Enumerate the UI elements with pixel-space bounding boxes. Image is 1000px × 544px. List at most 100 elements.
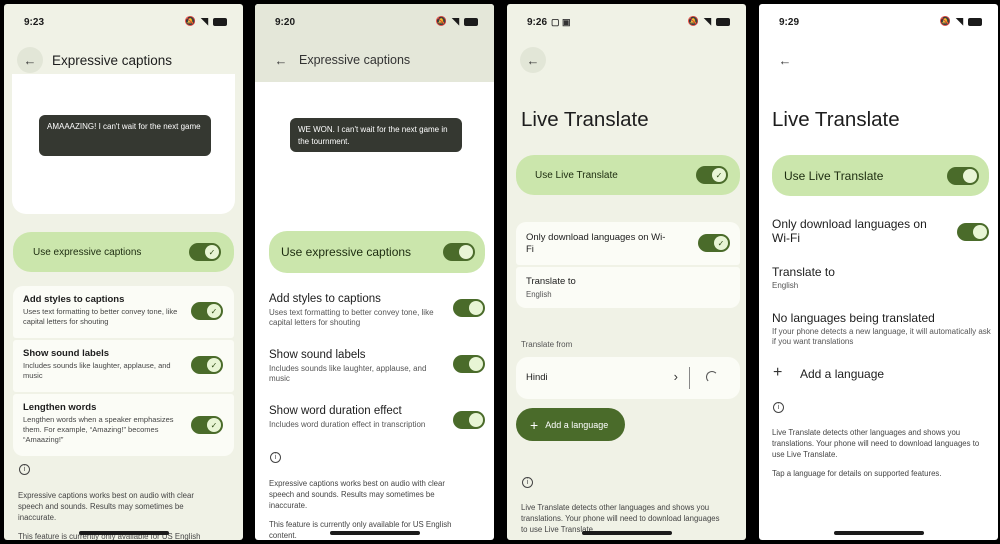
info-icon: i — [270, 452, 281, 463]
setting-title: Add styles to captions — [269, 293, 381, 305]
footer-text: Expressive captions works best on audio … — [269, 479, 445, 510]
back-button[interactable]: ← — [17, 47, 43, 73]
toggle-knob — [469, 413, 483, 427]
setting-title: Translate to — [772, 265, 835, 279]
wifi-only-setting[interactable]: Only download languages on Wi-Fi — [772, 217, 989, 247]
toggle-knob — [973, 225, 987, 239]
add-language-label: Add a language — [545, 419, 609, 430]
wifi-only-setting[interactable]: Only download languages on Wi-Fi ✓ — [516, 222, 740, 265]
battery-icon — [213, 17, 227, 26]
status-icons: 🔕 ◥ — [940, 16, 982, 27]
toggle-switch[interactable]: ✓ — [191, 356, 223, 374]
arrow-back-icon: ← — [778, 52, 792, 68]
plus-icon: + — [773, 364, 783, 381]
gesture-bar — [78, 531, 169, 535]
phone-live-translate-1: 9:26 ▢ ▣ 🔕 ◥ ← Live Translate Use Live T… — [507, 4, 746, 540]
setting-description: Uses text formatting to better convey to… — [269, 308, 434, 327]
status-time: 9:29 — [779, 17, 800, 28]
translate-to-setting[interactable]: Translate to English — [772, 265, 989, 293]
wifi-icon: ◥ — [452, 16, 459, 26]
use-expressive-captions-switch[interactable]: Use expressive captions — [269, 231, 485, 273]
info-icon: i — [522, 477, 533, 488]
page-title: Live Translate — [521, 108, 649, 131]
check-icon: ✓ — [207, 418, 221, 432]
back-button[interactable]: ← — [268, 47, 294, 73]
toggle-switch[interactable] — [453, 299, 485, 317]
footer-text-2: This feature is currently only available… — [269, 520, 452, 540]
toggle-knob — [963, 169, 977, 183]
setting-lengthen-words[interactable]: Lengthen words Lengthen words when a spe… — [13, 394, 234, 456]
use-live-translate-switch[interactable]: Use Live Translate ✓ — [516, 155, 740, 195]
use-expressive-captions-switch[interactable]: Use expressive captions ✓ — [13, 232, 234, 272]
status-bar: 9:29 🔕 ◥ — [759, 4, 998, 38]
gesture-bar — [833, 531, 924, 535]
footer-text: Expressive captions works best on audio … — [18, 491, 194, 522]
mute-icon: 🔕 — [184, 16, 197, 26]
chevron-right-icon: › — [673, 369, 678, 384]
toggle-switch[interactable] — [453, 355, 485, 373]
arrow-back-icon: ← — [23, 52, 37, 68]
add-language-button[interactable]: + Add a language — [772, 364, 989, 385]
no-languages-info: No languages being translated If your ph… — [772, 311, 991, 349]
setting-title: Lengthen words — [23, 402, 97, 413]
status-time: 9:23 — [24, 17, 45, 28]
arrow-back-icon: ← — [274, 52, 288, 68]
toggle-switch[interactable] — [947, 167, 979, 185]
toggle-switch[interactable]: ✓ — [698, 234, 730, 252]
language-row-hindi[interactable]: Hindi › — [516, 357, 740, 399]
setting-title: Translate to — [526, 276, 576, 287]
setting-description: Includes sounds like laughter, applause,… — [23, 361, 171, 380]
status-time: 9:26 — [527, 17, 548, 28]
top-app-bar: ← — [507, 38, 746, 82]
toggle-switch[interactable] — [957, 223, 989, 241]
check-icon: ✓ — [712, 168, 726, 182]
toggle-switch[interactable] — [443, 243, 475, 261]
add-language-label: Add a language — [800, 367, 885, 381]
toggle-switch[interactable]: ✓ — [189, 243, 221, 261]
setting-description: Uses text formatting to better convey to… — [23, 307, 178, 326]
status-time: 9:20 — [275, 17, 296, 28]
status-bar: 9:20 🔕 ◥ — [255, 4, 494, 38]
toggle-knob — [459, 245, 473, 259]
status-icons: 🔕 ◥ — [185, 16, 227, 27]
switch-label: Use Live Translate — [535, 169, 618, 181]
setting-title: Add styles to captions — [23, 294, 125, 305]
setting-title: Show word duration effect — [269, 405, 402, 417]
divider — [689, 367, 690, 389]
status-icons: 🔕 ◥ — [688, 16, 730, 27]
toggle-switch[interactable]: ✓ — [696, 166, 728, 184]
use-live-translate-switch[interactable]: Use Live Translate — [772, 155, 989, 196]
notification-icons: ▢ ▣ — [551, 17, 571, 27]
setting-sound-labels[interactable]: Show sound labels Includes sounds like l… — [13, 340, 234, 392]
gesture-bar — [329, 531, 420, 535]
translate-to-setting[interactable]: Translate to English — [516, 267, 740, 308]
toggle-switch[interactable]: ✓ — [191, 302, 223, 320]
caption-bubble: WE WON. I can't wait for the next game i… — [290, 118, 462, 152]
setting-title: Only download languages on Wi-Fi — [772, 217, 927, 245]
info-icon: i — [773, 402, 784, 413]
setting-description: Includes word duration effect in transcr… — [269, 420, 426, 429]
back-button[interactable]: ← — [772, 47, 798, 73]
setting-title: Show sound labels — [269, 349, 366, 361]
wifi-icon: ◥ — [201, 16, 208, 26]
loading-spinner-icon — [706, 371, 718, 383]
arrow-back-icon: ← — [526, 52, 540, 68]
status-bar: 9:26 ▢ ▣ 🔕 ◥ — [507, 4, 746, 38]
add-language-button[interactable]: + Add a language — [516, 408, 625, 441]
status-bar: 9:23 🔕 ◥ — [4, 4, 243, 38]
setting-title: Show sound labels — [23, 348, 110, 359]
toggle-knob — [469, 301, 483, 315]
page-title: Expressive captions — [52, 53, 173, 68]
plus-icon: + — [530, 416, 539, 433]
page-title: Live Translate — [772, 108, 900, 131]
back-button[interactable]: ← — [520, 47, 546, 73]
setting-add-styles[interactable]: Add styles to captions Uses text formatt… — [13, 286, 234, 338]
mute-icon: 🔕 — [687, 16, 700, 26]
check-icon: ✓ — [207, 304, 221, 318]
toggle-switch[interactable] — [453, 411, 485, 429]
phone-expressive-captions-2: 9:20 🔕 ◥ ← Expressive captions WE WON. I… — [255, 4, 494, 540]
toggle-switch[interactable]: ✓ — [191, 416, 223, 434]
language-name: Hindi — [526, 372, 548, 383]
footer-text: Live Translate detects other languages a… — [772, 428, 980, 459]
setting-description: Includes sounds like laughter, applause,… — [269, 364, 427, 383]
